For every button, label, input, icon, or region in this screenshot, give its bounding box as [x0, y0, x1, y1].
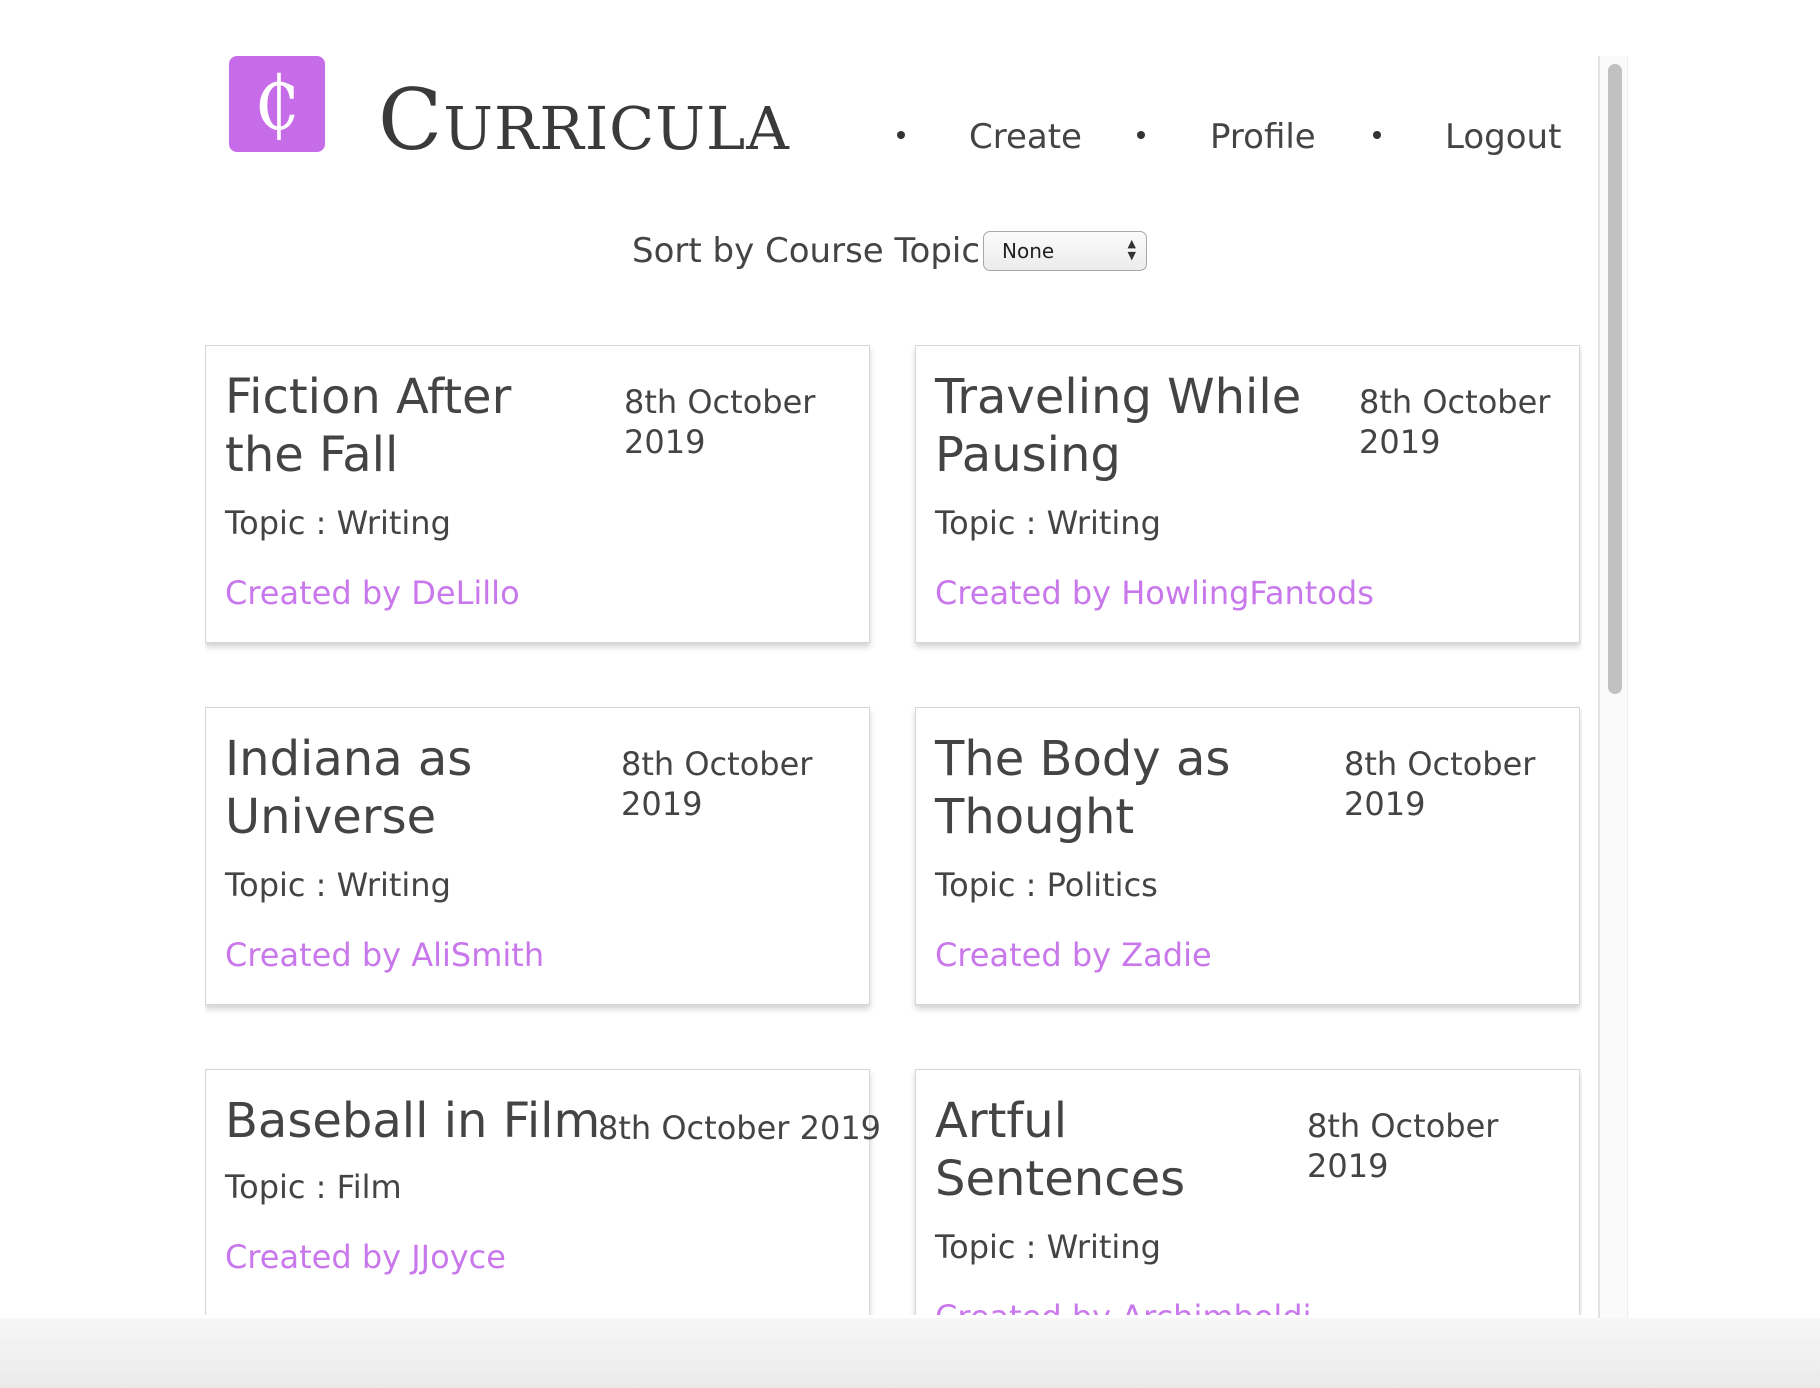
course-creator-link[interactable]: Created by Archimboldi [935, 1299, 1312, 1315]
course-topic: Topic : Writing [935, 504, 1161, 542]
course-creator-link[interactable]: Created by Zadie [935, 937, 1212, 973]
nav-bullet-icon [1137, 131, 1145, 139]
course-title[interactable]: Indiana as Universe [225, 730, 605, 846]
cent-logo-icon: ₵ [253, 61, 301, 147]
course-card[interactable]: Fiction After the Fall 8th October 2019 … [205, 345, 870, 643]
course-creator-link[interactable]: Created by DeLillo [225, 575, 520, 611]
logo[interactable]: ₵ [229, 56, 325, 152]
course-creator-link[interactable]: Created by AliSmith [225, 937, 544, 973]
course-card[interactable]: Traveling While Pausing 8th October 2019… [915, 345, 1580, 643]
course-topic: Topic : Film [225, 1168, 402, 1206]
course-title[interactable]: Baseball in Film [225, 1092, 625, 1150]
course-topic: Topic : Writing [935, 1228, 1161, 1266]
course-topic: Topic : Writing [225, 504, 451, 542]
course-title[interactable]: Traveling While Pausing [935, 368, 1335, 484]
bottom-fade [0, 1318, 1820, 1388]
course-title[interactable]: Artful Sentences [935, 1092, 1295, 1208]
course-creator-link[interactable]: Created by HowlingFantods [935, 575, 1374, 611]
sort-label: Sort by Course Topic: [632, 231, 992, 271]
course-date: 8th October 2019 [598, 1109, 882, 1147]
course-date: 8th October 2019 [1344, 745, 1536, 823]
scrollbar-thumb[interactable] [1608, 64, 1622, 694]
course-card[interactable]: Baseball in Film 8th October 2019 Topic … [205, 1069, 882, 1315]
course-title[interactable]: Fiction After the Fall [225, 368, 605, 484]
course-card[interactable]: The Body as Thought 8th October 2019 Top… [915, 707, 1580, 1005]
course-card[interactable]: Indiana as Universe 8th October 2019 Top… [205, 707, 870, 1005]
course-grid: Fiction After the Fall 8th October 2019 … [205, 345, 1582, 1315]
course-date: 8th October 2019 [1359, 383, 1551, 461]
nav-bullet-icon [897, 131, 905, 139]
course-topic: Topic : Writing [225, 866, 451, 904]
course-date: 8th October 2019 [621, 745, 813, 823]
nav-logout-link[interactable]: Logout [1445, 118, 1561, 156]
sort-selected-value: None [1002, 239, 1055, 263]
topic-sort-select[interactable]: None ▲ ▼ [983, 231, 1147, 271]
course-date: 8th October 2019 [624, 383, 816, 461]
page: ₵ Curricula Create Profile Logout Sort b… [0, 0, 1820, 1388]
course-title[interactable]: The Body as Thought [935, 730, 1335, 846]
course-topic: Topic : Politics [935, 866, 1158, 904]
course-creator-link[interactable]: Created by JJoyce [225, 1239, 506, 1275]
nav-bullet-icon [1373, 131, 1381, 139]
nav-create-link[interactable]: Create [969, 118, 1082, 156]
vertical-scrollbar[interactable] [1598, 56, 1628, 1318]
select-arrows-icon: ▲ ▼ [1127, 237, 1136, 262]
course-date: 8th October 2019 [1307, 1107, 1499, 1185]
nav-profile-link[interactable]: Profile [1210, 118, 1316, 156]
course-card[interactable]: Artful Sentences 8th October 2019 Topic … [915, 1069, 1580, 1315]
brand-title[interactable]: Curricula [378, 78, 790, 162]
